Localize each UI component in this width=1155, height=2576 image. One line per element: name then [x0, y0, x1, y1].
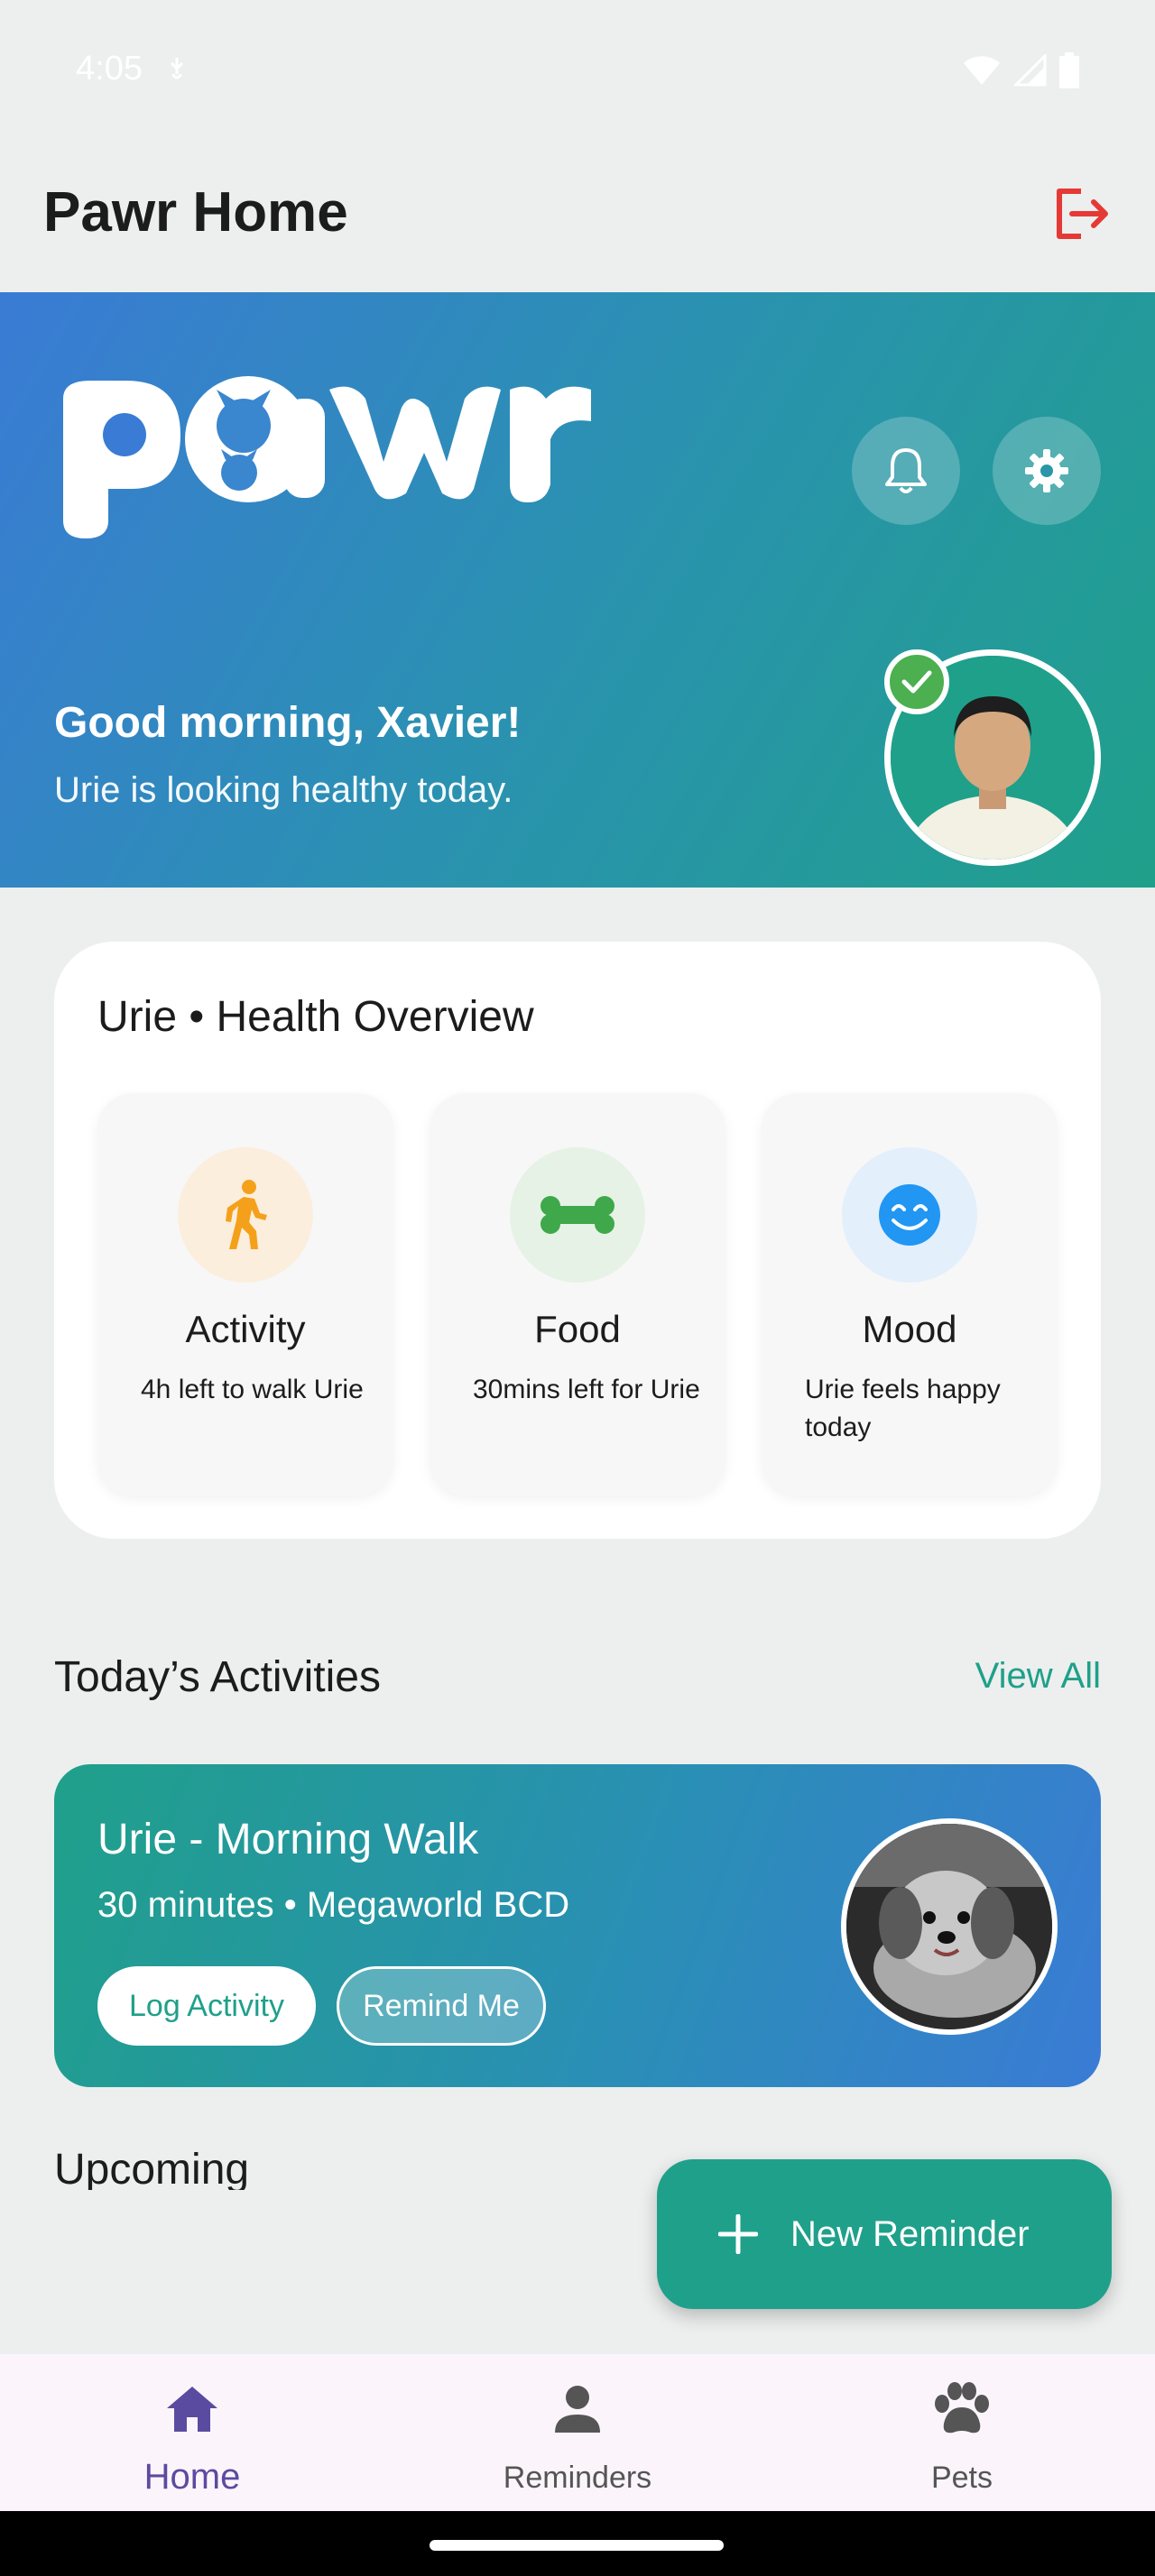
pawr-logo [63, 376, 591, 538]
bell-icon [885, 448, 927, 493]
smile-icon [879, 1184, 940, 1246]
health-overview-card: Urie • Health Overview Activity 4h left … [54, 942, 1101, 1539]
app-bar: Pawr Home [0, 135, 1155, 292]
nav-item-pets[interactable]: Pets [770, 2354, 1154, 2511]
usb-debug-icon [170, 58, 184, 79]
greeting-text: Good morning, Xavier! [54, 699, 522, 747]
system-navigation-bar [0, 2511, 1155, 2576]
remind-me-button[interactable]: Remind Me [337, 1966, 546, 2046]
nav-item-reminders[interactable]: Reminders [385, 2354, 770, 2511]
check-icon [901, 670, 932, 694]
activity-card[interactable]: Urie - Morning Walk 30 minutes • Megawor… [54, 1764, 1101, 2087]
gear-icon [1025, 449, 1068, 492]
new-reminder-fab[interactable]: New Reminder [657, 2159, 1112, 2309]
status-bar: 4:05 [0, 0, 1155, 135]
new-reminder-label: New Reminder [790, 2213, 1030, 2254]
notifications-button[interactable] [852, 417, 960, 525]
food-tile[interactable]: Food 30mins left for Urie [430, 1093, 725, 1495]
view-all-link[interactable]: View All [975, 1656, 1101, 1697]
pet-avatar [841, 1818, 1058, 2035]
activities-title: Today’s Activities [54, 1653, 381, 1701]
plus-icon [718, 2214, 758, 2254]
status-icons [962, 52, 1079, 88]
nav-item-home[interactable]: Home [0, 2354, 384, 2511]
food-label: Food [534, 1308, 621, 1350]
log-activity-button[interactable]: Log Activity [97, 1966, 316, 2046]
page-title: Pawr Home [43, 181, 348, 244]
mood-desc: Urie feels happy today [805, 1375, 1001, 1442]
paw-icon [930, 2378, 993, 2441]
mood-icon-circle [842, 1147, 977, 1283]
activity-card-meta: 30 minutes • Megaworld BCD [97, 1885, 570, 1925]
mood-label: Mood [862, 1308, 957, 1350]
health-overview-title: Urie • Health Overview [97, 993, 534, 1041]
battery-icon [1059, 52, 1079, 88]
activity-tile[interactable]: Activity 4h left to walk Urie [97, 1093, 393, 1495]
dog-photo [846, 1824, 1052, 2029]
bottom-navigation: Home Reminders Pets [0, 2354, 1155, 2511]
nav-reminders-label: Reminders [503, 2461, 652, 2495]
food-icon-circle [510, 1147, 645, 1283]
mood-tile[interactable]: Mood Urie feels happy today [762, 1093, 1058, 1495]
home-icon [161, 2378, 224, 2441]
food-desc: 30mins left for Urie [473, 1375, 700, 1404]
logout-icon[interactable] [1049, 182, 1112, 245]
person-icon [546, 2378, 609, 2441]
settings-button[interactable] [993, 417, 1101, 525]
verified-badge [884, 649, 949, 714]
activity-desc: 4h left to walk Urie [141, 1375, 364, 1404]
activity-label: Activity [185, 1308, 306, 1350]
activity-icon-circle [178, 1147, 313, 1283]
status-time: 4:05 [76, 50, 143, 87]
upcoming-title: Upcoming [54, 2146, 250, 2190]
nav-pets-label: Pets [930, 2461, 993, 2495]
walk-icon [226, 1180, 267, 1249]
nav-home-label: Home [143, 2457, 241, 2497]
health-summary-text: Urie is looking healthy today. [54, 770, 513, 810]
wifi-icon [964, 56, 1000, 85]
hero-banner: Good morning, Xavier! Urie is looking he… [0, 292, 1155, 888]
home-gesture-handle[interactable] [430, 2540, 724, 2551]
signal-icon [1014, 54, 1047, 87]
activity-card-title: Urie - Morning Walk [97, 1816, 479, 1863]
bone-icon [541, 1196, 614, 1234]
